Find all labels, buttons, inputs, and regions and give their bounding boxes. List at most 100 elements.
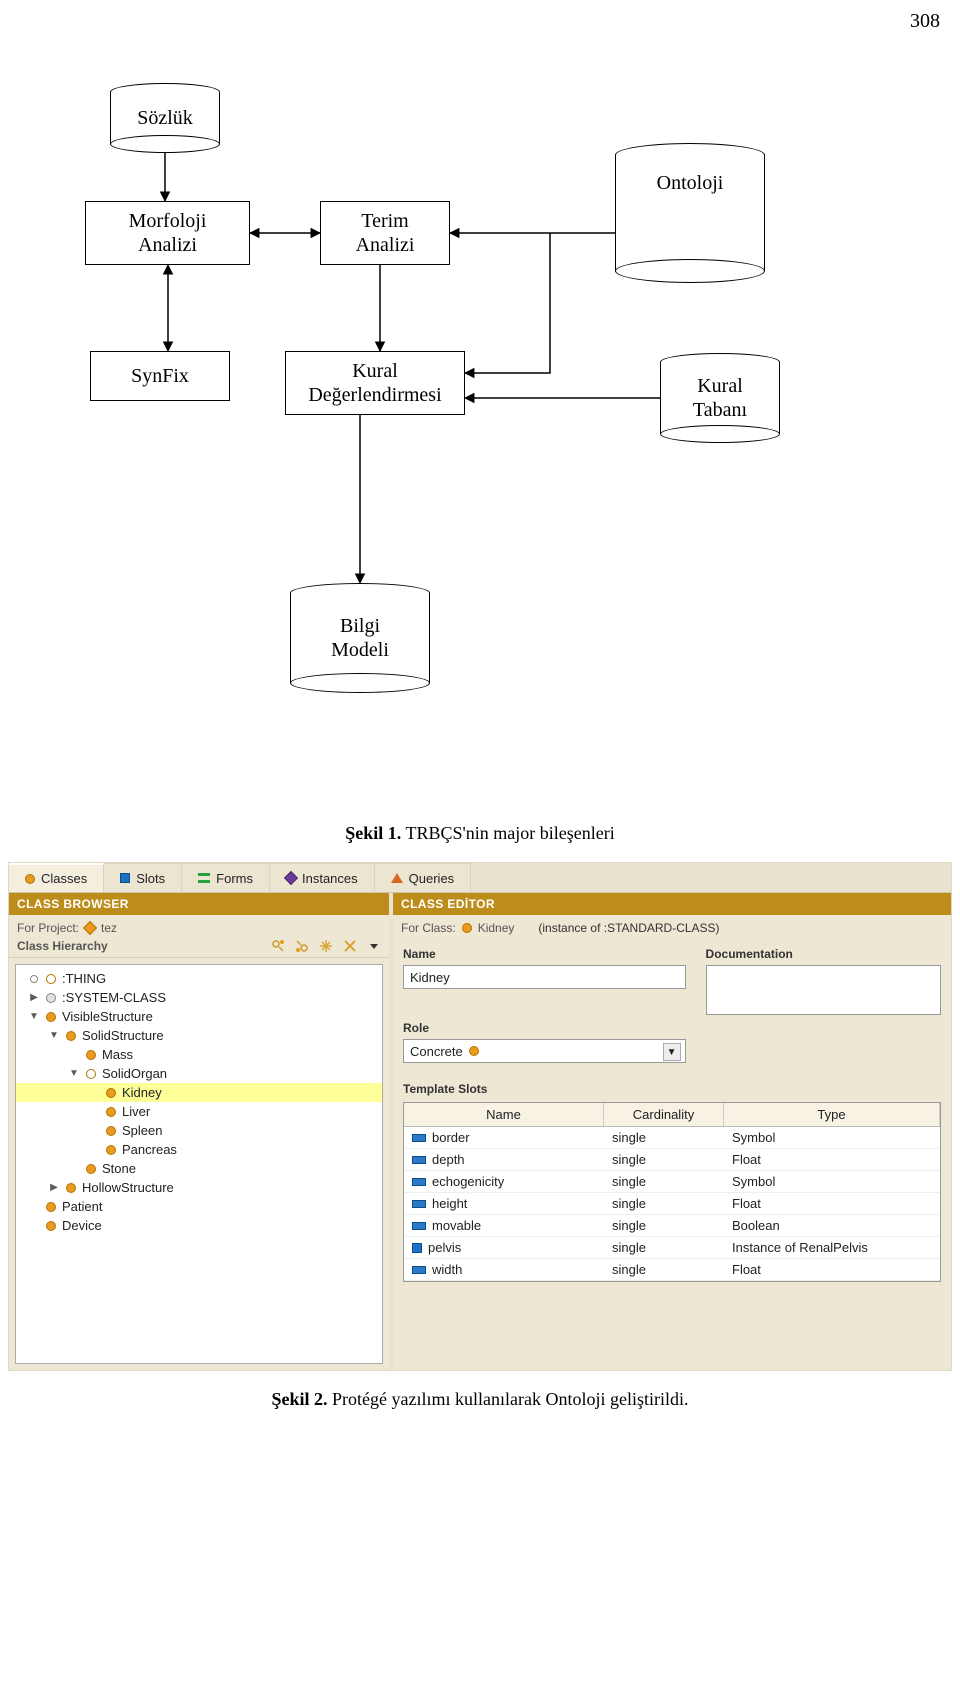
documentation-textarea[interactable] bbox=[706, 965, 941, 1015]
label-synfix: SynFix bbox=[131, 364, 189, 388]
table-row[interactable]: pelvissingleInstance of RenalPelvis bbox=[404, 1237, 940, 1259]
tree-node-label: Mass bbox=[102, 1047, 133, 1062]
expanded-icon[interactable]: ▼ bbox=[28, 1011, 40, 1023]
table-row[interactable]: movablesingleBoolean bbox=[404, 1215, 940, 1237]
tree-node-solidstructure[interactable]: ▼SolidStructure bbox=[16, 1026, 382, 1045]
class-icon bbox=[86, 1050, 96, 1060]
tree-node-label: Patient bbox=[62, 1199, 102, 1214]
tree-node-stone[interactable]: Stone bbox=[16, 1159, 382, 1178]
tab-label: Instances bbox=[302, 871, 358, 886]
class-icon bbox=[86, 1164, 96, 1174]
class-tree[interactable]: :THING▶:SYSTEM-CLASS▼VisibleStructure▼So… bbox=[15, 964, 383, 1364]
tree-node-label: HollowStructure bbox=[82, 1180, 174, 1195]
table-row[interactable]: widthsingleFloat bbox=[404, 1259, 940, 1281]
col-name[interactable]: Name bbox=[404, 1103, 604, 1126]
template-slots-label: Template Slots bbox=[403, 1082, 487, 1096]
tab-slots[interactable]: Slots bbox=[104, 863, 182, 892]
class-editor-header: CLASS EDİTOR bbox=[393, 893, 951, 915]
queries-icon bbox=[391, 873, 403, 883]
tree-node-pancreas[interactable]: Pancreas bbox=[16, 1140, 382, 1159]
slot-name: height bbox=[432, 1196, 467, 1211]
slot-icon bbox=[412, 1222, 426, 1230]
class-icon bbox=[46, 1202, 56, 1212]
slot-cardinality: single bbox=[604, 1171, 724, 1192]
page-number: 308 bbox=[0, 0, 960, 33]
twisty-blank[interactable] bbox=[28, 973, 40, 985]
slot-icon bbox=[412, 1266, 426, 1274]
figure2-caption-bold: Şekil 2. bbox=[272, 1389, 328, 1409]
class-icon bbox=[106, 1145, 116, 1155]
find-superclass-icon[interactable] bbox=[295, 939, 309, 953]
tree-node-label: VisibleStructure bbox=[62, 1009, 153, 1024]
slot-type: Instance of RenalPelvis bbox=[724, 1237, 940, 1258]
project-icon bbox=[83, 921, 97, 935]
label-kural-tabani: Kural Tabanı bbox=[693, 374, 747, 422]
class-browser-header: CLASS BROWSER bbox=[9, 893, 389, 915]
tab-classes[interactable]: Classes bbox=[9, 863, 104, 892]
tab-label: Slots bbox=[136, 871, 165, 886]
role-select[interactable]: Concrete ▼ bbox=[403, 1039, 686, 1063]
find-subclass-icon[interactable] bbox=[271, 939, 285, 953]
tree-node-solidorgan[interactable]: ▼SolidOrgan bbox=[16, 1064, 382, 1083]
slots-icon bbox=[120, 873, 130, 883]
table-row[interactable]: depthsingleFloat bbox=[404, 1149, 940, 1171]
name-input[interactable]: Kidney bbox=[403, 965, 686, 989]
hierarchy-toolbar: Class Hierarchy bbox=[9, 937, 389, 958]
name-input-value: Kidney bbox=[410, 970, 450, 985]
table-row[interactable]: echogenicitysingleSymbol bbox=[404, 1171, 940, 1193]
table-row[interactable]: heightsingleFloat bbox=[404, 1193, 940, 1215]
tree-node-kidney[interactable]: Kidney bbox=[16, 1083, 382, 1102]
system-class-icon bbox=[46, 993, 56, 1003]
expanded-icon[interactable]: ▼ bbox=[48, 1030, 60, 1042]
tree-node--thing[interactable]: :THING bbox=[16, 969, 382, 988]
menu-dropdown-icon[interactable] bbox=[367, 939, 381, 953]
collapsed-icon[interactable]: ▶ bbox=[48, 1182, 60, 1194]
delete-class-icon[interactable] bbox=[343, 939, 357, 953]
tree-node--system-class[interactable]: ▶ :SYSTEM-CLASS bbox=[16, 988, 382, 1007]
tree-node-spleen[interactable]: Spleen bbox=[16, 1121, 382, 1140]
label-morfoloji: Morfoloji Analizi bbox=[129, 209, 207, 257]
twisty-blank bbox=[28, 1220, 40, 1232]
tab-queries[interactable]: Queries bbox=[375, 863, 472, 892]
tree-node-label: Pancreas bbox=[122, 1142, 177, 1157]
slot-type: Float bbox=[724, 1149, 940, 1170]
tree-node-patient[interactable]: Patient bbox=[16, 1197, 382, 1216]
slot-icon bbox=[412, 1134, 426, 1142]
collapsed-icon[interactable]: ▶ bbox=[28, 992, 40, 1004]
box-morfoloji: Morfoloji Analizi bbox=[85, 201, 250, 265]
tree-node-label: Kidney bbox=[122, 1085, 162, 1100]
tab-instances[interactable]: Instances bbox=[270, 863, 375, 892]
abstract-class-icon bbox=[86, 1069, 96, 1079]
instances-icon bbox=[284, 871, 298, 885]
name-field-label: Name bbox=[403, 947, 686, 961]
tree-node-label: :THING bbox=[62, 971, 106, 986]
create-class-icon[interactable] bbox=[319, 939, 333, 953]
protege-window: Classes Slots Forms Instances Queries CLASS … bbox=[8, 862, 952, 1371]
tabs-bar: Classes Slots Forms Instances Queries bbox=[9, 863, 951, 893]
tree-node-label: Stone bbox=[102, 1161, 136, 1176]
col-cardinality[interactable]: Cardinality bbox=[604, 1103, 724, 1126]
table-row[interactable]: bordersingleSymbol bbox=[404, 1127, 940, 1149]
figure1-caption-text: TRBÇS'nin major bileşenleri bbox=[401, 823, 614, 843]
expanded-icon[interactable]: ▼ bbox=[68, 1068, 80, 1080]
tree-node-hollowstructure[interactable]: ▶ HollowStructure bbox=[16, 1178, 382, 1197]
role-select-value: Concrete bbox=[410, 1044, 463, 1059]
tree-node-visiblestructure[interactable]: ▼ VisibleStructure bbox=[16, 1007, 382, 1026]
class-icon bbox=[66, 1183, 76, 1193]
col-type[interactable]: Type bbox=[724, 1103, 940, 1126]
for-class-row: For Class: Kidney (instance of :STANDARD… bbox=[393, 915, 951, 937]
tab-forms[interactable]: Forms bbox=[182, 863, 270, 892]
slot-name: border bbox=[432, 1130, 470, 1145]
chevron-down-icon[interactable]: ▼ bbox=[663, 1043, 681, 1061]
tree-node-label: :SYSTEM-CLASS bbox=[62, 990, 166, 1005]
twisty-blank bbox=[28, 1201, 40, 1213]
slot-type: Boolean bbox=[724, 1215, 940, 1236]
tree-node-device[interactable]: Device bbox=[16, 1216, 382, 1235]
table-header-row: Name Cardinality Type bbox=[404, 1103, 940, 1127]
slot-cardinality: single bbox=[604, 1215, 724, 1236]
slot-name: pelvis bbox=[428, 1240, 461, 1255]
label-terim: Terim Analizi bbox=[356, 209, 415, 257]
tree-node-liver[interactable]: Liver bbox=[16, 1102, 382, 1121]
tree-node-mass[interactable]: Mass bbox=[16, 1045, 382, 1064]
cylinder-bilgi-modeli: Bilgi Modeli bbox=[290, 583, 430, 693]
